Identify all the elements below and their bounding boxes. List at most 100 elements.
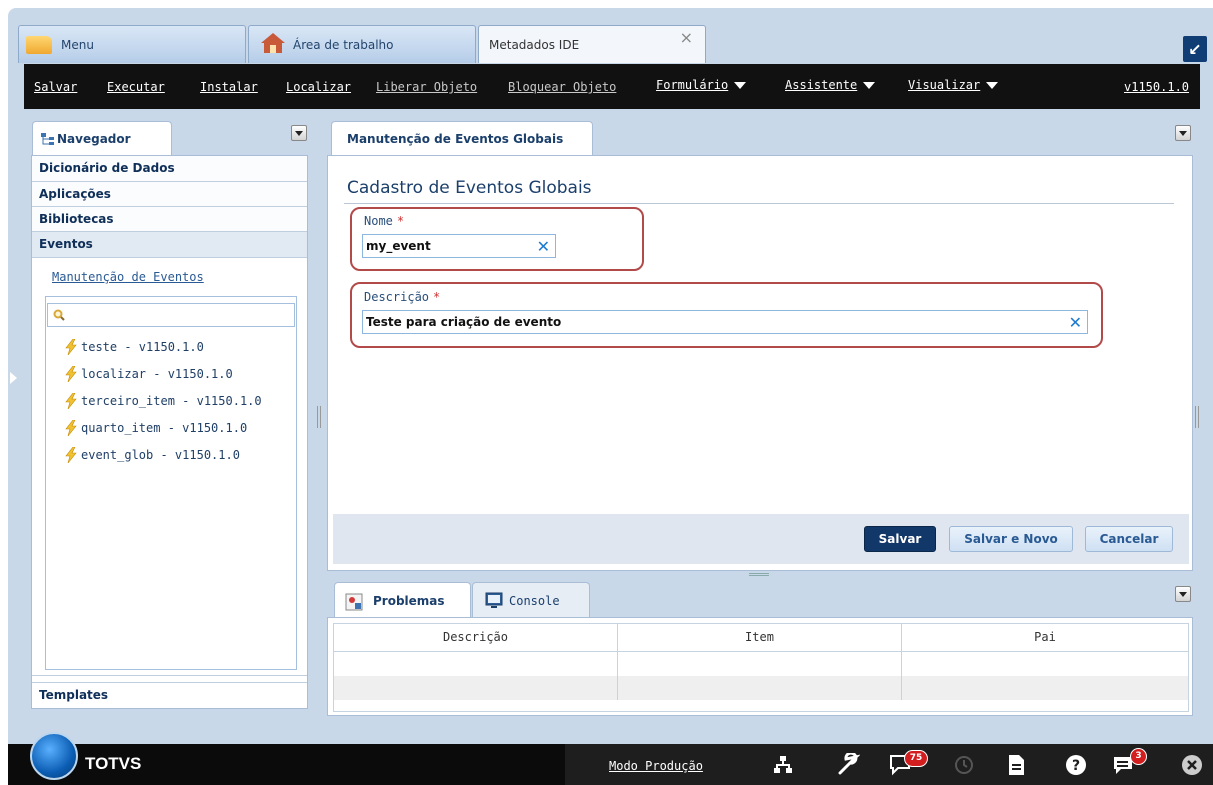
tab-menu[interactable]: Menu [18,25,246,63]
tree-item-label: localizar - v1150.1.0 [81,367,233,381]
table-row [334,652,1188,676]
minimize-corner-icon[interactable]: ↙ [1183,36,1207,62]
descricao-field[interactable]: Teste para criação de evento ✕ [362,310,1088,334]
required-marker: * [396,214,405,228]
toolbar-formulario-menu[interactable]: Formulário [656,78,747,92]
toolbar-instalar[interactable]: Instalar [200,80,258,94]
folder-icon [26,36,52,54]
column-pai[interactable]: Pai [902,624,1188,651]
section-aplicacoes[interactable]: Aplicações [32,182,307,207]
tree-item[interactable]: terceiro_item - v1150.1.0 [64,393,262,409]
toolbar-localizar[interactable]: Localizar [286,80,351,94]
tab-manutencao-eventos-globais[interactable]: Manutenção de Eventos Globais [331,121,593,156]
tree-item-label: teste - v1150.1.0 [81,340,204,354]
save-and-new-button[interactable]: Salvar e Novo [949,526,1073,552]
lightning-icon [65,339,77,355]
sitemap-icon[interactable] [771,753,795,777]
table-cell [334,652,618,676]
toolbar-formulario: Formulário [656,78,729,92]
expand-left-arrow-icon[interactable] [10,372,17,384]
tree-item[interactable]: event_glob - v1150.1.0 [64,447,240,463]
navigator-dropdown-button[interactable] [291,125,307,141]
tab-area-de-trabalho[interactable]: Área de trabalho [248,25,476,63]
problems-icon [345,593,363,611]
tree-item-label: quarto_item - v1150.1.0 [81,421,248,435]
main-dropdown-button[interactable] [1175,125,1191,141]
nome-field[interactable]: my_event ✕ [362,234,556,258]
tree-item[interactable]: quarto_item - v1150.1.0 [64,420,247,436]
section-templates[interactable]: Templates [32,682,307,708]
table-cell [902,676,1188,700]
nome-label: Nome * [364,214,404,228]
event-tree: teste - v1150.1.0 localizar - v1150.1.0 … [45,296,297,670]
manutencao-eventos-link[interactable]: Manutenção de Eventos [52,270,204,284]
totvs-logo[interactable] [30,732,78,780]
toolbar-visualizar: Visualizar [908,78,981,92]
document-icon[interactable] [1004,753,1028,777]
tab-metadados-ide[interactable]: Metadados IDE × [478,25,706,63]
descricao-label-text: Descrição [364,290,430,304]
required-marker: * [433,290,441,304]
column-descricao[interactable]: Descrição [334,624,618,651]
resize-grip[interactable] [749,573,769,576]
close-icon[interactable]: × [680,28,693,47]
toolbar-liberar-objeto[interactable]: Liberar Objeto [376,80,477,94]
chevron-down-icon [863,82,876,89]
help-icon[interactable]: ? [1064,753,1088,777]
toolbar-salvar[interactable]: Salvar [34,80,77,94]
toolbar: Salvar Executar Instalar Localizar Liber… [24,64,1200,109]
toolbar-bloquear-objeto[interactable]: Bloquear Objeto [508,80,616,94]
tree-item[interactable]: teste - v1150.1.0 [64,339,204,355]
modo-producao-link[interactable]: Modo Produção [609,759,703,773]
clear-icon[interactable]: ✕ [1069,312,1082,334]
section-eventos[interactable]: Eventos [32,232,307,258]
notifications-badge: 3 [1130,748,1147,765]
button-bar: Salvar Salvar e Novo Cancelar [333,514,1189,564]
tab-problemas[interactable]: Problemas [334,582,471,618]
splitter-grip[interactable] [317,406,321,428]
column-item[interactable]: Item [618,624,902,651]
close-icon[interactable] [1180,753,1204,777]
table-cell [618,652,902,676]
lightning-icon [65,393,77,409]
tree-item[interactable]: localizar - v1150.1.0 [64,366,233,382]
toolbar-visualizar-menu[interactable]: Visualizar [908,78,999,92]
toolbar-executar[interactable]: Executar [107,80,165,94]
table-cell [334,676,618,700]
tree-icon [41,133,54,145]
footer-bar: TOTVS Modo Produção 75 ? 3 [8,732,1213,785]
chevron-down-icon [1179,130,1187,136]
navigator-panel: Dicionário de Dados Aplicações Bibliotec… [31,155,308,709]
bottom-dropdown-button[interactable] [1175,586,1191,602]
toolbar-assistente-menu[interactable]: Assistente [785,78,876,92]
section-dicionario[interactable]: Dicionário de Dados [32,156,307,182]
tab-area-label: Área de trabalho [293,37,394,52]
table-header: Descrição Item Pai [334,624,1188,652]
tab-navegador-label: Navegador [57,131,131,146]
search-icon [53,309,65,321]
wrench-icon[interactable] [836,753,860,777]
problems-table: Descrição Item Pai [333,623,1189,712]
lightning-icon [65,420,77,436]
search-input[interactable] [47,303,295,327]
version-link[interactable]: v1150.1.0 [1124,80,1189,94]
top-tabs: Menu Área de trabalho Metadados IDE × [18,25,708,63]
lightning-icon [65,447,77,463]
console-icon [485,592,503,608]
messages-badge: 75 [904,750,928,767]
tab-console[interactable]: Console [472,582,590,618]
table-cell [902,652,1188,676]
divider [344,203,1174,204]
clear-icon[interactable]: ✕ [537,236,550,258]
lightning-icon [65,366,77,382]
cancel-button[interactable]: Cancelar [1085,526,1173,552]
tab-metadados-label: Metadados IDE [489,37,580,52]
save-button[interactable]: Salvar [864,526,936,552]
clock-icon[interactable] [952,753,976,777]
table-cell [618,676,902,700]
page-title: Cadastro de Eventos Globais [347,178,592,198]
splitter-grip-right[interactable] [1195,406,1199,428]
section-bibliotecas[interactable]: Bibliotecas [32,207,307,232]
chevron-down-icon [986,82,999,89]
tab-navegador[interactable]: Navegador [32,121,172,155]
